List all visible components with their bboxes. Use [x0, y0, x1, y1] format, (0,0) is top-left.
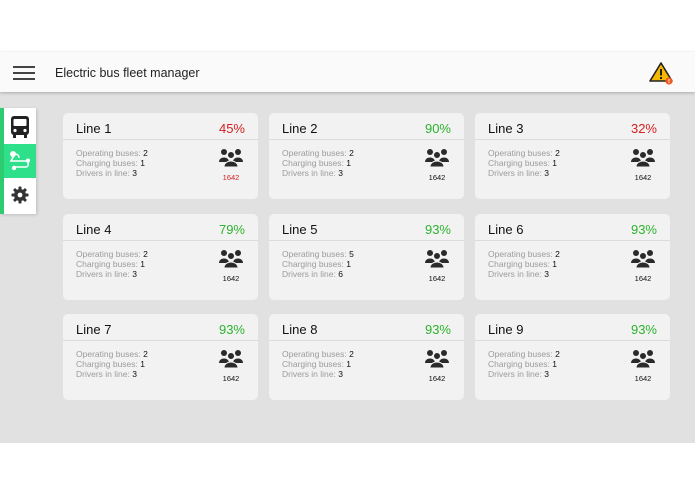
charging-buses-stat: Charging buses: 1 [76, 158, 146, 168]
charge-percent: 93% [630, 222, 657, 237]
drivers-stat: Drivers in line: 3 [282, 168, 343, 178]
line-card[interactable]: Line 5 93% Operating buses: 5 Charging b… [269, 214, 464, 300]
charge-percent: 93% [424, 222, 451, 237]
card-header: Line 4 79% [63, 214, 258, 241]
charge-percent: 93% [424, 322, 451, 337]
card-header: Line 7 93% [63, 314, 258, 341]
operating-buses-stat: Operating buses: 2 [488, 148, 560, 158]
passenger-count: 1642 [222, 173, 240, 182]
people-icon [425, 350, 449, 368]
line-name: Line 6 [488, 222, 524, 237]
card-header: Line 6 93% [475, 214, 670, 241]
charge-percent: 93% [218, 322, 245, 337]
passenger-count: 1642 [222, 374, 240, 383]
top-bar: Electric bus fleet manager [0, 52, 695, 92]
people-icon [219, 350, 243, 368]
sidebar-item-settings[interactable] [4, 178, 36, 212]
line-card[interactable]: Line 9 93% Operating buses: 2 Charging b… [475, 314, 670, 400]
charge-percent: 90% [424, 121, 451, 136]
operating-buses-stat: Operating buses: 2 [488, 249, 560, 259]
drivers-stat: Drivers in line: 3 [488, 269, 549, 279]
people-icon [631, 350, 655, 368]
charging-buses-stat: Charging buses: 1 [76, 359, 146, 369]
line-card[interactable]: Line 2 90% Operating buses: 2 Charging b… [269, 113, 464, 199]
line-name: Line 5 [282, 222, 318, 237]
line-name: Line 3 [488, 121, 524, 136]
card-header: Line 1 45% [63, 113, 258, 140]
passenger-count: 1642 [634, 274, 652, 283]
sidebar-item-routes[interactable] [4, 144, 36, 178]
charging-buses-stat: Charging buses: 1 [282, 259, 352, 269]
line-card[interactable]: Line 6 93% Operating buses: 2 Charging b… [475, 214, 670, 300]
charge-percent: 32% [630, 121, 657, 136]
charging-buses-stat: Charging buses: 1 [282, 158, 352, 168]
charge-percent: 45% [218, 121, 245, 136]
card-header: Line 8 93% [269, 314, 464, 341]
app-title: Electric bus fleet manager [55, 66, 200, 80]
line-name: Line 9 [488, 322, 524, 337]
operating-buses-stat: Operating buses: 2 [488, 349, 560, 359]
line-name: Line 1 [76, 121, 112, 136]
card-header: Line 2 90% [269, 113, 464, 140]
people-icon [219, 250, 243, 268]
passenger-count: 1642 [428, 374, 446, 383]
people-icon [425, 149, 449, 167]
line-card[interactable]: Line 8 93% Operating buses: 2 Charging b… [269, 314, 464, 400]
warning-icon[interactable] [648, 60, 674, 86]
charging-buses-stat: Charging buses: 1 [488, 359, 558, 369]
line-card[interactable]: Line 1 45% Operating buses: 2 Charging b… [63, 113, 258, 199]
passenger-count: 1642 [428, 173, 446, 182]
people-icon [631, 149, 655, 167]
charge-percent: 93% [630, 322, 657, 337]
drivers-stat: Drivers in line: 3 [282, 369, 343, 379]
line-card[interactable]: Line 7 93% Operating buses: 2 Charging b… [63, 314, 258, 400]
drivers-stat: Drivers in line: 6 [282, 269, 343, 279]
operating-buses-stat: Operating buses: 2 [282, 349, 354, 359]
app-background: Electric bus fleet manager Line 1 45% Op… [0, 52, 695, 443]
operating-buses-stat: Operating buses: 5 [282, 249, 354, 259]
passenger-count: 1642 [222, 274, 240, 283]
gear-icon [11, 186, 29, 204]
card-header: Line 5 93% [269, 214, 464, 241]
passenger-count: 1642 [634, 173, 652, 182]
drivers-stat: Drivers in line: 3 [76, 269, 137, 279]
line-name: Line 4 [76, 222, 112, 237]
line-card[interactable]: Line 4 79% Operating buses: 2 Charging b… [63, 214, 258, 300]
line-name: Line 2 [282, 121, 318, 136]
menu-icon[interactable] [13, 66, 35, 80]
drivers-stat: Drivers in line: 3 [488, 168, 549, 178]
charging-buses-stat: Charging buses: 1 [76, 259, 146, 269]
sidebar [0, 108, 36, 214]
bus-icon [11, 116, 29, 138]
line-name: Line 8 [282, 322, 318, 337]
operating-buses-stat: Operating buses: 2 [76, 349, 148, 359]
charging-buses-stat: Charging buses: 1 [282, 359, 352, 369]
card-header: Line 3 32% [475, 113, 670, 140]
charge-percent: 79% [218, 222, 245, 237]
passenger-count: 1642 [428, 274, 446, 283]
people-icon [631, 250, 655, 268]
sidebar-item-buses[interactable] [4, 110, 36, 144]
operating-buses-stat: Operating buses: 2 [282, 148, 354, 158]
line-card[interactable]: Line 3 32% Operating buses: 2 Charging b… [475, 113, 670, 199]
route-icon [9, 151, 30, 171]
operating-buses-stat: Operating buses: 2 [76, 249, 148, 259]
charging-buses-stat: Charging buses: 1 [488, 158, 558, 168]
operating-buses-stat: Operating buses: 2 [76, 148, 148, 158]
drivers-stat: Drivers in line: 3 [76, 168, 137, 178]
line-name: Line 7 [76, 322, 112, 337]
people-icon [425, 250, 449, 268]
card-header: Line 9 93% [475, 314, 670, 341]
drivers-stat: Drivers in line: 3 [76, 369, 137, 379]
charging-buses-stat: Charging buses: 1 [488, 259, 558, 269]
passenger-count: 1642 [634, 374, 652, 383]
drivers-stat: Drivers in line: 3 [488, 369, 549, 379]
people-icon [219, 149, 243, 167]
